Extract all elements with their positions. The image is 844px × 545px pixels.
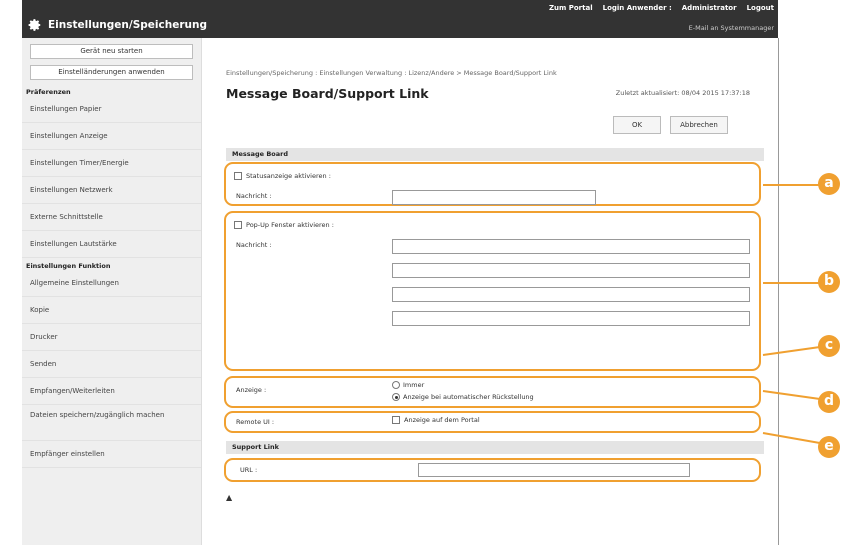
sidebar-item-printer[interactable]: Drucker <box>22 324 201 351</box>
page: Zum Portal Login Anwender : Administrato… <box>0 0 844 545</box>
popup-message-input-1[interactable] <box>392 239 750 254</box>
popup-checkbox[interactable] <box>234 221 242 229</box>
group-popup: Pop-Up Fenster aktivieren : Nachricht : <box>224 211 761 371</box>
callout-e: e <box>818 436 840 458</box>
section-message-board: Message Board <box>226 148 764 161</box>
ok-button[interactable]: OK <box>613 116 661 134</box>
sidebar-item-interface[interactable]: Externe Schnittstelle <box>22 204 201 231</box>
callout-c: c <box>818 335 840 357</box>
status-enable-label: Statusanzeige aktivieren : <box>246 172 331 180</box>
mail-link[interactable]: E-Mail an Systemmanager <box>689 24 774 32</box>
status-checkbox[interactable] <box>234 172 242 180</box>
display-always-radio[interactable] <box>392 381 400 389</box>
sidebar-item-destinations[interactable]: Empfänger einstellen <box>22 441 201 468</box>
popup-enable-label: Pop-Up Fenster aktivieren : <box>246 221 334 229</box>
status-message-input[interactable] <box>392 190 596 205</box>
callout-d-line <box>762 390 825 401</box>
sidebar-item-send[interactable]: Senden <box>22 351 201 378</box>
display-label: Anzeige : <box>236 386 267 394</box>
last-updated: Zuletzt aktualisiert: 08/04 2015 17:37:1… <box>615 89 750 97</box>
sidebar-item-copy[interactable]: Kopie <box>22 297 201 324</box>
callout-c-line <box>762 345 825 356</box>
restart-button[interactable]: Gerät neu starten <box>30 44 193 59</box>
gear-icon <box>28 19 41 31</box>
group-display-mode: Anzeige : Immer Anzeige bei automatische… <box>224 376 761 408</box>
callout-a-line <box>763 184 825 186</box>
remote-ui-label: Remote UI : <box>236 418 275 426</box>
url-label: URL : <box>240 466 258 474</box>
callout-b: b <box>818 271 840 293</box>
sidebar-item-general[interactable]: Allgemeine Einstellungen <box>22 270 201 297</box>
logout-link[interactable]: Logout <box>747 4 774 12</box>
popup-message-input-2[interactable] <box>392 263 750 278</box>
cancel-button[interactable]: Abbrechen <box>670 116 728 134</box>
display-auto-reset-label: Anzeige bei automatischer Rückstellung <box>403 393 534 401</box>
section-support-link: Support Link <box>226 441 764 454</box>
login-label: Login Anwender : <box>602 4 672 12</box>
group-status-display: Statusanzeige aktivieren : Nachricht : <box>224 162 761 206</box>
panel-border <box>778 38 779 545</box>
sidebar-item-network[interactable]: Einstellungen Netzwerk <box>22 177 201 204</box>
main-panel: Einstellungen/Speicherung : Einstellunge… <box>214 38 764 545</box>
breadcrumb: Einstellungen/Speicherung : Einstellunge… <box>226 69 557 77</box>
sidebar-item-store-files[interactable]: Dateien speichern/zugänglich machen <box>22 405 201 441</box>
group-remote-ui: Remote UI : Anzeige auf dem Portal <box>224 411 761 433</box>
url-input[interactable] <box>418 463 690 477</box>
display-always-label: Immer <box>403 381 425 389</box>
group-url: URL : <box>224 458 761 482</box>
apply-button[interactable]: Einstelländerungen anwenden <box>30 65 193 80</box>
popup-message-input-3[interactable] <box>392 287 750 302</box>
sidebar-section-preferences: Präferenzen <box>26 88 71 96</box>
app-title: Einstellungen/Speicherung <box>48 19 207 31</box>
callout-d: d <box>818 391 840 413</box>
status-message-label: Nachricht : <box>236 192 272 200</box>
callout-a: a <box>818 173 840 195</box>
header-brand: Einstellungen/Speicherung <box>28 18 207 32</box>
sidebar-item-volume[interactable]: Einstellungen Lautstärke <box>22 231 201 258</box>
sidebar-item-timer[interactable]: Einstellungen Timer/Energie <box>22 150 201 177</box>
remote-portal-checkbox[interactable] <box>392 416 400 424</box>
callout-e-line <box>762 432 825 445</box>
remote-portal-label: Anzeige auf dem Portal <box>404 416 480 424</box>
popup-message-label: Nachricht : <box>236 241 272 249</box>
page-title: Message Board/Support Link <box>226 86 429 101</box>
sidebar: Gerät neu starten Einstelländerungen anw… <box>22 38 202 545</box>
sidebar-section-functions: Einstellungen Funktion <box>26 262 111 270</box>
portal-link[interactable]: Zum Portal <box>549 4 593 12</box>
sidebar-item-display[interactable]: Einstellungen Anzeige <box>22 123 201 150</box>
callout-b-line <box>763 282 825 284</box>
popup-message-input-4[interactable] <box>392 311 750 326</box>
display-auto-reset-radio[interactable] <box>392 393 400 401</box>
sidebar-item-receive[interactable]: Empfangen/Weiterleiten <box>22 378 201 405</box>
sidebar-item-paper[interactable]: Einstellungen Papier <box>22 96 201 123</box>
back-to-top-icon[interactable]: ▲ <box>226 493 232 502</box>
user-name: Administrator <box>681 4 737 12</box>
top-links: Zum Portal Login Anwender : Administrato… <box>549 2 774 14</box>
